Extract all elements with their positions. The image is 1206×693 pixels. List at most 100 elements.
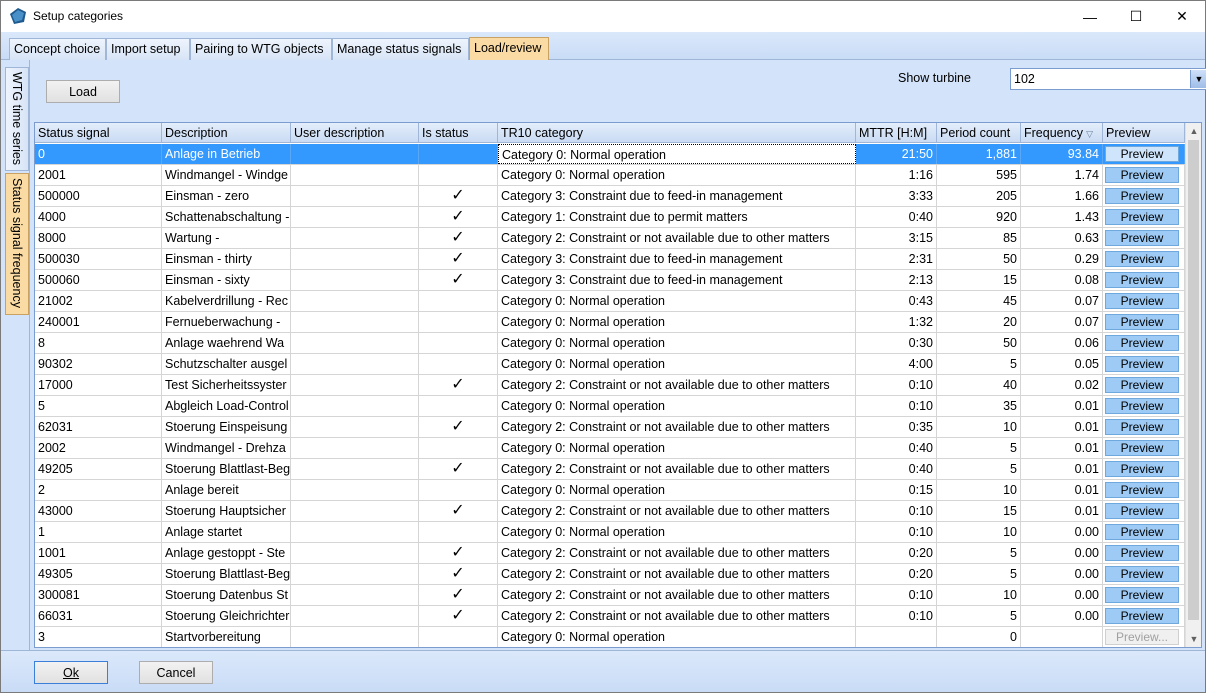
maximize-button[interactable]: ☐: [1113, 1, 1159, 32]
cell-tr10-category[interactable]: Category 2: Constraint or not available …: [498, 417, 856, 437]
preview-button[interactable]: Preview: [1105, 335, 1179, 351]
cell-tr10-category[interactable]: Category 3: Constraint due to feed-in ma…: [498, 186, 856, 206]
preview-button[interactable]: Preview: [1105, 482, 1179, 498]
preview-button[interactable]: Preview: [1105, 377, 1179, 393]
cell-is-status[interactable]: ✓: [419, 564, 498, 584]
preview-button[interactable]: Preview: [1105, 314, 1179, 330]
table-row[interactable]: 5 Abgleich Load-Control Category 0: Normal…: [35, 396, 1185, 417]
cell-tr10-category[interactable]: Category 2: Constraint or not available …: [498, 543, 856, 563]
preview-button[interactable]: Preview: [1105, 230, 1179, 246]
cell-is-status[interactable]: ✓: [419, 186, 498, 206]
table-row[interactable]: 240001 Fernueberwachung - Category 0: Norm…: [35, 312, 1185, 333]
scroll-up-icon[interactable]: ▲: [1186, 123, 1201, 139]
cell-tr10-category[interactable]: Category 0: Normal operation: [498, 627, 856, 647]
cell-tr10-category[interactable]: Category 2: Constraint or not available …: [498, 585, 856, 605]
cell-tr10-category[interactable]: Category 0: Normal operation: [498, 438, 856, 458]
cancel-button[interactable]: Cancel: [139, 661, 213, 684]
col-tr10-category[interactable]: TR10 category: [498, 123, 856, 143]
preview-button[interactable]: Preview: [1105, 398, 1179, 414]
preview-button[interactable]: Preview: [1105, 524, 1179, 540]
preview-button[interactable]: Preview: [1105, 461, 1179, 477]
tab-manage-status-signals[interactable]: Manage status signals: [332, 38, 469, 60]
cell-is-status[interactable]: [419, 165, 498, 185]
col-mttr[interactable]: MTTR [H:M]: [856, 123, 937, 143]
preview-button[interactable]: Preview: [1105, 209, 1179, 225]
cell-is-status[interactable]: ✓: [419, 207, 498, 227]
cell-is-status[interactable]: [419, 312, 498, 332]
side-tab-wtg-time-series[interactable]: WTG time series: [5, 67, 29, 171]
preview-button[interactable]: Preview: [1105, 251, 1179, 267]
preview-button[interactable]: Preview: [1105, 545, 1179, 561]
col-is-status[interactable]: Is status: [419, 123, 498, 143]
cell-tr10-category[interactable]: Category 2: Constraint or not available …: [498, 228, 856, 248]
col-description[interactable]: Description: [162, 123, 291, 143]
table-row[interactable]: 21002 Kabelverdrillung - Rec Category 0: N…: [35, 291, 1185, 312]
cell-is-status[interactable]: [419, 354, 498, 374]
preview-button[interactable]: Preview: [1105, 167, 1179, 183]
cell-tr10-category[interactable]: Category 2: Constraint or not available …: [498, 564, 856, 584]
cell-tr10-category[interactable]: Category 0: Normal operation: [498, 480, 856, 500]
table-row[interactable]: 2 Anlage bereit Category 0: Normal operati…: [35, 480, 1185, 501]
col-period-count[interactable]: Period count: [937, 123, 1021, 143]
cell-is-status[interactable]: [419, 522, 498, 542]
table-row[interactable]: 300081 Stoerung Datenbus St ✓ Category 2: C…: [35, 585, 1185, 606]
col-preview[interactable]: Preview: [1103, 123, 1185, 143]
scroll-thumb[interactable]: [1188, 140, 1199, 620]
cell-tr10-category[interactable]: Category 0: Normal operation: [498, 522, 856, 542]
turbine-select[interactable]: 102 ▼: [1010, 68, 1206, 90]
minimize-button[interactable]: —: [1067, 1, 1113, 32]
cell-is-status[interactable]: ✓: [419, 606, 498, 626]
table-row[interactable]: 66031 Stoerung Gleichrichter ✓ Category 2: …: [35, 606, 1185, 627]
preview-button[interactable]: Preview: [1105, 503, 1179, 519]
table-row[interactable]: 2002 Windmangel - Drehza Category 0: Norma…: [35, 438, 1185, 459]
table-row[interactable]: 17000 Test Sicherheitssyster ✓ Category 2: …: [35, 375, 1185, 396]
cell-tr10-category[interactable]: Category 2: Constraint or not available …: [498, 375, 856, 395]
preview-button[interactable]: Preview: [1105, 587, 1179, 603]
preview-button[interactable]: Preview: [1105, 608, 1179, 624]
preview-button[interactable]: Preview: [1105, 272, 1179, 288]
tab-concept-choice[interactable]: Concept choice: [9, 38, 106, 60]
cell-tr10-category[interactable]: Category 2: Constraint or not available …: [498, 459, 856, 479]
table-row[interactable]: 49305 Stoerung Blattlast-Beg ✓ Category 2: …: [35, 564, 1185, 585]
cell-is-status[interactable]: [419, 291, 498, 311]
ok-button[interactable]: Ok: [34, 661, 108, 684]
cell-tr10-category[interactable]: Category 2: Constraint or not available …: [498, 606, 856, 626]
preview-button[interactable]: Preview: [1105, 188, 1179, 204]
cell-tr10-category[interactable]: Category 3: Constraint due to feed-in ma…: [498, 270, 856, 290]
cell-tr10-category[interactable]: Category 3: Constraint due to feed-in ma…: [498, 249, 856, 269]
cell-is-status[interactable]: [419, 144, 498, 164]
preview-button[interactable]: Preview: [1105, 440, 1179, 456]
table-row[interactable]: 1001 Anlage gestoppt - Ste ✓ Category 2: Co…: [35, 543, 1185, 564]
table-row[interactable]: 90302 Schutzschalter ausgel Category 0: No…: [35, 354, 1185, 375]
cell-is-status[interactable]: ✓: [419, 375, 498, 395]
cell-is-status[interactable]: ✓: [419, 417, 498, 437]
cell-is-status[interactable]: ✓: [419, 249, 498, 269]
cell-is-status[interactable]: ✓: [419, 270, 498, 290]
cell-tr10-category[interactable]: Category 0: Normal operation: [498, 312, 856, 332]
vertical-scrollbar[interactable]: ▲ ▼: [1185, 123, 1201, 647]
table-row[interactable]: 62031 Stoerung Einspeisung ✓ Category 2: Co…: [35, 417, 1185, 438]
table-row[interactable]: 3 Startvorbereitung Category 0: Normal ope…: [35, 627, 1185, 647]
cell-tr10-category[interactable]: Category 0: Normal operation: [498, 396, 856, 416]
cell-is-status[interactable]: ✓: [419, 501, 498, 521]
table-row[interactable]: 1 Anlage startet Category 0: Normal operat…: [35, 522, 1185, 543]
cell-is-status[interactable]: ✓: [419, 585, 498, 605]
side-tab-status-signal-frequency[interactable]: Status signal frequency: [5, 173, 29, 315]
table-row[interactable]: 4000 Schattenabschaltung - ✓ Category 1: Co…: [35, 207, 1185, 228]
cell-tr10-category[interactable]: Category 2: Constraint or not available …: [498, 501, 856, 521]
table-row[interactable]: 43000 Stoerung Hauptsicher ✓ Category 2: Co…: [35, 501, 1185, 522]
col-status-signal[interactable]: Status signal: [35, 123, 162, 143]
table-row[interactable]: 500030 Einsman - thirty ✓ Category 3: Const…: [35, 249, 1185, 270]
cell-is-status[interactable]: ✓: [419, 228, 498, 248]
table-row[interactable]: 500060 Einsman - sixty ✓ Category 3: Constr…: [35, 270, 1185, 291]
table-row[interactable]: 2001 Windmangel - Windge Category 0: Norma…: [35, 165, 1185, 186]
table-row[interactable]: 49205 Stoerung Blattlast-Beg ✓ Category 2: …: [35, 459, 1185, 480]
cell-tr10-category[interactable]: Category 0: Normal operation: [498, 291, 856, 311]
table-row[interactable]: 0 Anlage in Betrieb Category 0: Normal ope…: [35, 144, 1185, 165]
cell-is-status[interactable]: [419, 396, 498, 416]
tab-pairing-wtg-objects[interactable]: Pairing to WTG objects: [190, 38, 332, 60]
preview-button[interactable]: Preview: [1105, 419, 1179, 435]
cell-tr10-category[interactable]: Category 0: Normal operation: [498, 333, 856, 353]
tab-load-review[interactable]: Load/review: [469, 37, 549, 61]
preview-button[interactable]: Preview: [1105, 293, 1179, 309]
